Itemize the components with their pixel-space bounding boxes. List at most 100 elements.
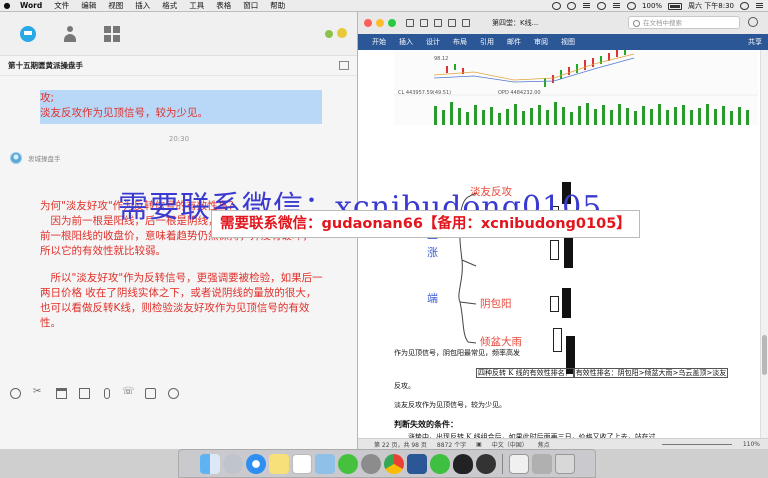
tab-mailings[interactable]: 邮件 — [507, 37, 521, 47]
sync-icon[interactable] — [567, 2, 577, 10]
doc-line: 淡友反攻作为见顶信号，较为少见。 — [394, 401, 506, 409]
doc-line: 作为见顶信号，阴包阳最常见，频率高发 — [394, 349, 520, 357]
message-2-paragraph: 所以"淡友好攻"作为反转信号，更强调要被检验，如果后一两日价格 收在了阴线实体之… — [40, 272, 323, 329]
redo-icon[interactable] — [448, 19, 456, 27]
zoom-window-button[interactable] — [388, 19, 396, 27]
spotlight-icon[interactable] — [740, 2, 749, 10]
tab-design[interactable]: 设计 — [426, 37, 440, 47]
quick-access-toolbar — [406, 19, 470, 27]
wifi-icon[interactable] — [612, 2, 621, 10]
menu-insert[interactable]: 插入 — [129, 0, 156, 11]
smile-icon[interactable] — [10, 387, 21, 399]
volume-icon[interactable] — [627, 2, 637, 10]
tab-home[interactable]: 开始 — [372, 37, 386, 47]
list-icon[interactable] — [582, 2, 591, 10]
tab-view[interactable]: 视图 — [561, 37, 575, 47]
menu-view[interactable]: 视图 — [102, 0, 129, 11]
trash-icon[interactable] — [554, 453, 575, 474]
notification-icon[interactable] — [552, 2, 562, 10]
finder-icon[interactable] — [199, 453, 220, 474]
menu-table[interactable]: 表格 — [210, 0, 237, 11]
tab-insert[interactable]: 插入 — [399, 37, 413, 47]
folder-icon[interactable] — [56, 387, 67, 399]
zoom-slider[interactable] — [662, 444, 732, 445]
candle-black — [562, 288, 571, 318]
dock — [178, 449, 596, 478]
preview-icon[interactable] — [314, 453, 335, 474]
message-sender: 衷城操盘手 — [10, 152, 61, 164]
more-icon[interactable] — [168, 387, 179, 399]
doc-line-part: 四种反转 K 线的有效性排名： — [476, 368, 574, 378]
label-bearish-engulfing: 阴包阳 — [480, 298, 512, 310]
zoom-level[interactable]: 110% — [743, 441, 760, 448]
calendar-icon[interactable] — [291, 453, 312, 474]
message-timestamp: 20:30 — [168, 135, 190, 143]
word-count[interactable]: 8872 个字 — [437, 440, 466, 449]
feedback-smiley-icon[interactable] — [748, 17, 758, 27]
tab-review[interactable]: 审阅 — [534, 37, 548, 47]
chat-tab-icon[interactable] — [20, 25, 36, 42]
document-page[interactable]: CL 443957.59(49.51) OPD 4484232.00 98.12… — [358, 50, 768, 441]
system-prefs-icon[interactable] — [360, 453, 381, 474]
phone-icon[interactable] — [122, 386, 135, 399]
qq-icon[interactable] — [452, 453, 473, 474]
menu-help[interactable]: 帮助 — [264, 0, 291, 11]
menu-file[interactable]: 文件 — [48, 0, 75, 11]
menu-format[interactable]: 格式 — [156, 0, 183, 11]
menu-clock[interactable]: 周六 下午8:30 — [688, 1, 734, 11]
proofing-icon[interactable]: ▣ — [476, 441, 482, 448]
wechat2-icon[interactable] — [429, 453, 450, 474]
vertical-scrollbar[interactable] — [760, 50, 768, 438]
page-count[interactable]: 第 22 页，共 98 页 — [374, 440, 427, 449]
video-icon[interactable] — [145, 387, 156, 399]
image-icon[interactable] — [79, 387, 90, 399]
minimize-window-button[interactable] — [376, 19, 384, 27]
notification-center-icon[interactable] — [755, 2, 764, 10]
sender-avatar[interactable] — [10, 152, 22, 164]
menu-bar: ● Word 文件 编辑 视图 插入 格式 工具 表格 窗口 帮助 100% 周… — [0, 0, 768, 12]
wechat-icon[interactable] — [337, 453, 358, 474]
safari-icon[interactable] — [245, 453, 266, 474]
desktop: ● Word 文件 编辑 视图 插入 格式 工具 表格 窗口 帮助 100% 周… — [0, 0, 768, 478]
contacts-tab-icon[interactable] — [62, 25, 78, 42]
mini-program-icon[interactable] — [325, 30, 333, 38]
label-downpour: 倾盆大雨 — [480, 336, 522, 348]
menu-edit[interactable]: 编辑 — [75, 0, 102, 11]
chat-info-icon[interactable] — [339, 61, 349, 70]
tab-layout[interactable]: 布局 — [453, 37, 467, 47]
word-icon[interactable] — [406, 453, 427, 474]
print-icon[interactable] — [462, 19, 470, 27]
menu-window[interactable]: 窗口 — [237, 0, 264, 11]
mic-icon[interactable] — [104, 387, 110, 399]
bluetooth-icon[interactable] — [597, 2, 607, 10]
notes-icon[interactable] — [268, 453, 289, 474]
share-button[interactable]: 共享 — [748, 37, 762, 47]
focus-mode[interactable]: 焦点 — [538, 440, 550, 449]
textedit-icon[interactable] — [508, 453, 529, 474]
battery-icon[interactable] — [668, 2, 683, 10]
doc-heading: 判断失效的条件： — [394, 419, 458, 429]
chrome-icon[interactable] — [383, 453, 404, 474]
close-window-button[interactable] — [364, 19, 372, 27]
tab-references[interactable]: 引用 — [480, 37, 494, 47]
vertical-label-end: 端 — [427, 292, 438, 305]
scissors-icon[interactable] — [33, 386, 44, 399]
scrollbar-thumb[interactable] — [762, 335, 767, 375]
photos-icon[interactable] — [531, 453, 552, 474]
apps-tab-icon[interactable] — [104, 25, 120, 42]
language[interactable]: 中文（中国） — [492, 440, 528, 449]
message-1[interactable]: 攻; 淡友反攻作为见顶信号，较为少见。 — [40, 91, 320, 121]
obs-icon[interactable] — [475, 453, 496, 474]
menu-app-name[interactable]: Word — [14, 1, 48, 10]
save-icon[interactable] — [420, 19, 428, 27]
chart-caption-cl: CL 443957.59(49.51) — [398, 90, 452, 96]
menu-tools[interactable]: 工具 — [183, 0, 210, 11]
apple-icon[interactable]: ● — [0, 1, 14, 10]
doc-line-part: 有效性排名：阴包阳>倾盆大雨>乌云盖顶>淡友 — [573, 368, 729, 378]
chat-tab-bar — [0, 12, 357, 56]
undo-icon[interactable] — [434, 19, 442, 27]
search-input[interactable]: 在文档中搜索 — [628, 16, 740, 29]
circle-icon[interactable] — [337, 28, 347, 38]
home-icon[interactable] — [406, 19, 414, 27]
launchpad-icon[interactable] — [222, 453, 243, 474]
